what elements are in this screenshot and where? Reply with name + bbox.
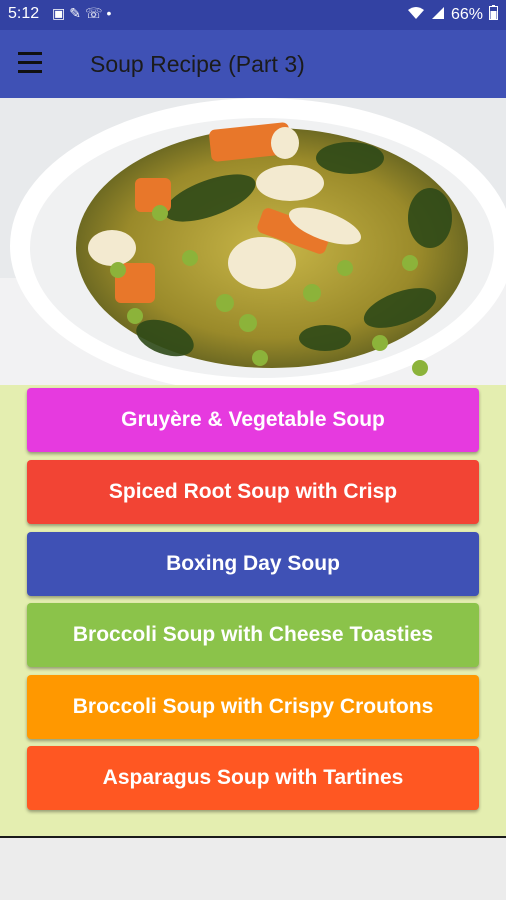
soup-image	[0, 98, 506, 388]
notification-icons: ▣✎☏•	[52, 5, 115, 22]
recipe-button[interactable]: Broccoli Soup with Crispy Croutons	[27, 675, 479, 739]
recipe-button-label: Asparagus Soup with Tartines	[102, 766, 404, 789]
wifi-icon	[407, 6, 425, 25]
battery-label: 66%	[450, 6, 483, 23]
page-title: Soup Recipe (Part 3)	[90, 51, 305, 77]
recipe-list: Gruyère & Vegetable Soup Spiced Root Sou…	[0, 385, 506, 838]
signal-icon	[431, 6, 445, 25]
recipe-button[interactable]: Boxing Day Soup	[27, 532, 479, 596]
recipe-button-label: Boxing Day Soup	[166, 552, 340, 575]
divider	[0, 836, 506, 838]
recipe-button[interactable]: Spiced Root Soup with Crisp	[27, 460, 479, 524]
status-time: 5:12	[8, 5, 40, 22]
recipe-button-label: Gruyère & Vegetable Soup	[121, 408, 385, 431]
image-icon: ▣	[52, 5, 70, 21]
battery-icon	[489, 5, 498, 25]
recipe-button[interactable]: Asparagus Soup with Tartines	[27, 746, 479, 810]
phone-icon: ☏	[84, 5, 107, 21]
menu-icon[interactable]	[18, 52, 52, 78]
recipe-button[interactable]: Broccoli Soup with Cheese Toasties	[27, 603, 479, 667]
app-bar: Soup Recipe (Part 3)	[0, 30, 506, 98]
recipe-button-label: Broccoli Soup with Crispy Croutons	[72, 695, 434, 718]
recipe-button-label: Spiced Root Soup with Crisp	[108, 480, 398, 503]
dot-icon: •	[106, 5, 116, 21]
recipe-button-label: Broccoli Soup with Cheese Toasties	[72, 623, 434, 646]
leaf-icon: ✎	[69, 5, 85, 21]
recipe-button[interactable]: Gruyère & Vegetable Soup	[27, 388, 479, 452]
status-bar: 5:12 ▣✎☏• 66%	[0, 0, 506, 30]
